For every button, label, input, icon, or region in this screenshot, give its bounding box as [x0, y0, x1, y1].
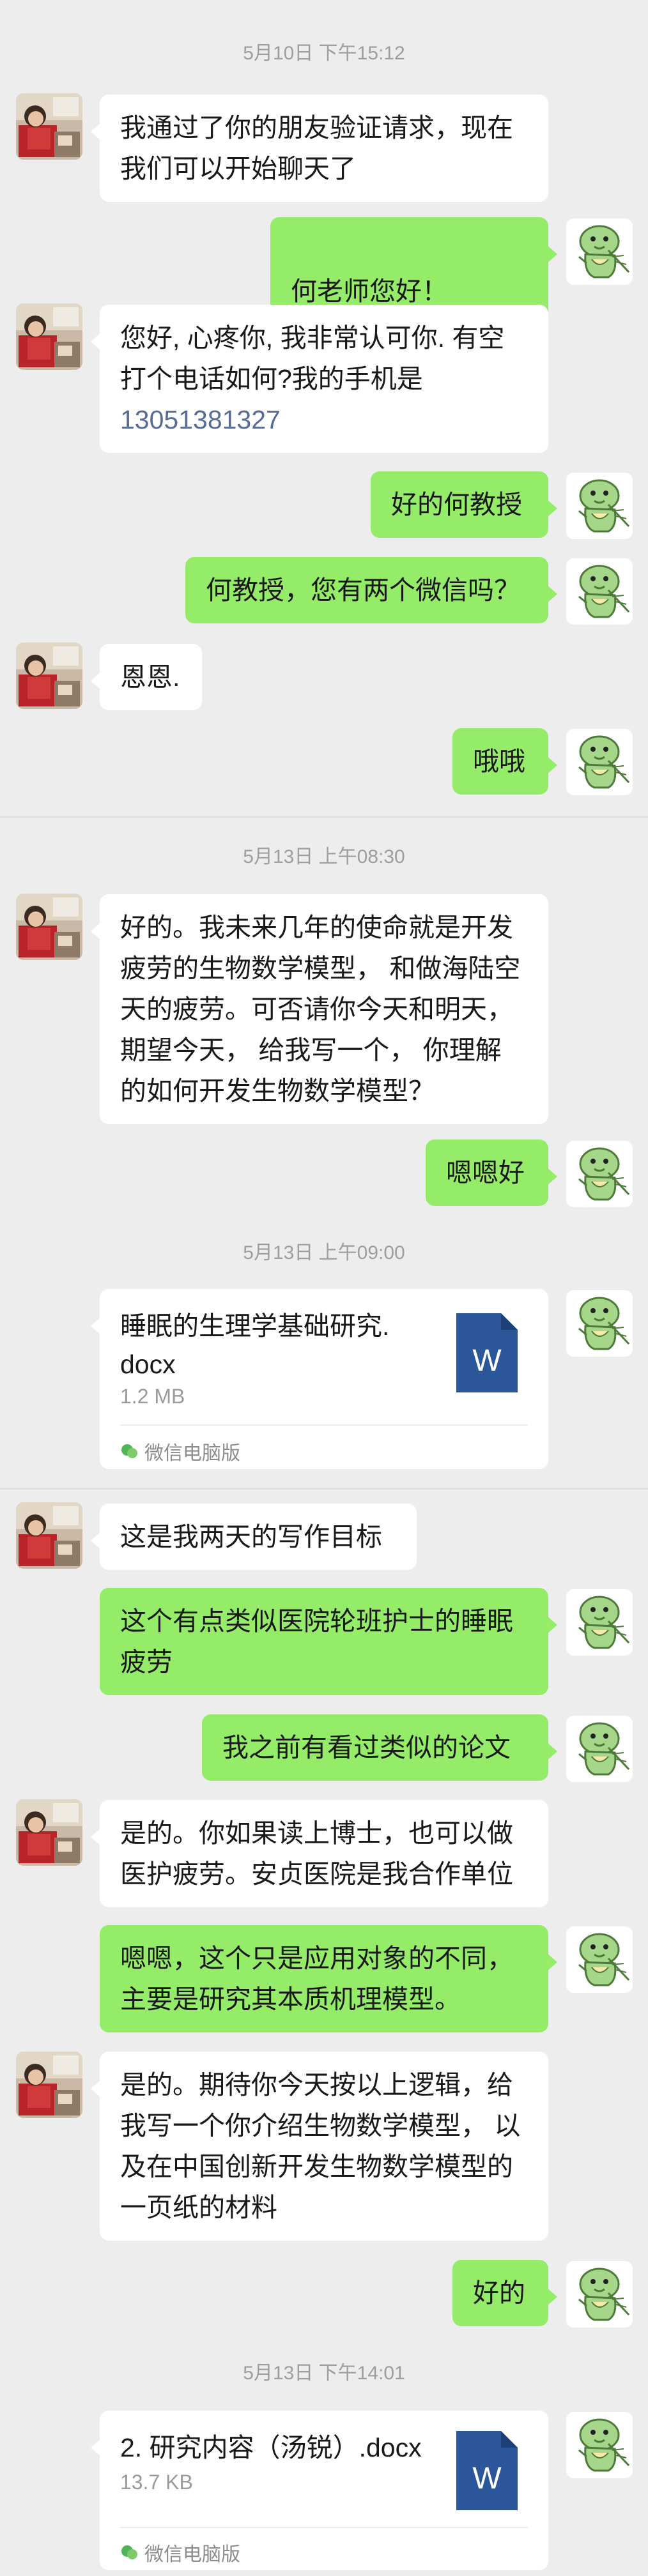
user-avatar[interactable]	[566, 1141, 633, 1207]
source-label: 微信电脑版	[144, 1443, 240, 1464]
word-icon	[456, 1313, 518, 1392]
contact-avatar[interactable]	[16, 303, 82, 370]
file-message-card[interactable]: 2. 研究内容（汤锐）.docx 13.7 KB 微信电脑版	[91, 2411, 548, 2570]
message-bubble-incoming[interactable]: 我通过了你的朋友验证请求，现在 我们可以开始聊天了	[91, 95, 548, 202]
file-name: 睡眠的生理学基础研究. docx	[120, 1311, 390, 1379]
phone-number-link[interactable]: 13051381327	[120, 405, 281, 434]
message-bubble-outgoing[interactable]: 好的	[452, 2260, 557, 2326]
file-source: 微信电脑版	[120, 1437, 240, 1465]
message-bubble-outgoing[interactable]: 哦哦	[452, 728, 557, 795]
contact-avatar[interactable]	[16, 894, 82, 960]
wechat-icon	[121, 2545, 137, 2559]
message-bubble-outgoing[interactable]: 嗯嗯，这个只是应用对象的不同， 主要是研究其本质机理模型。	[100, 1925, 557, 2032]
message-bubble-incoming[interactable]: 是的。你如果读上博士，也可以做 医护疲劳。安贞医院是我合作单位	[91, 1800, 548, 1907]
message-bubble-incoming[interactable]: 是的。期待你今天按以上逻辑，给 我写一个你介绍生物数学模型， 以 及在中国创新开…	[91, 2052, 548, 2241]
contact-avatar[interactable]	[16, 2052, 82, 2118]
contact-avatar[interactable]	[16, 93, 82, 160]
message-bubble-incoming[interactable]: 好的。我未来几年的使命就是开发 疲劳的生物数学模型， 和做海陆空 天的疲劳。可否…	[91, 894, 548, 1124]
card-divider	[120, 1424, 528, 1426]
file-message-card[interactable]: 睡眠的生理学基础研究. docx 1.2 MB 微信电脑版	[91, 1289, 548, 1469]
user-avatar[interactable]	[566, 473, 633, 539]
timestamp: 5月10日 下午15:12	[243, 43, 405, 64]
section-divider	[0, 816, 648, 818]
user-avatar[interactable]	[566, 1589, 633, 1656]
message-bubble-outgoing[interactable]: 何教授，您有两个微信吗？	[185, 557, 557, 623]
wechat-icon	[121, 1444, 137, 1458]
timestamp: 5月13日 上午09:00	[243, 1242, 405, 1263]
timestamp: 5月13日 下午14:01	[243, 2363, 405, 2384]
message-bubble-incoming[interactable]: 恩恩.	[91, 644, 202, 710]
user-avatar[interactable]	[566, 1716, 633, 1782]
timestamp: 5月13日 上午08:30	[243, 846, 405, 867]
user-avatar[interactable]	[566, 1926, 633, 1993]
file-name: 2. 研究内容（汤锐）.docx	[120, 2433, 422, 2462]
section-divider	[0, 1488, 648, 1490]
message-bubble-incoming[interactable]: 您好, 心疼你, 我非常认可你. 有空 打个电话如何?我的手机是 1305138…	[91, 305, 548, 453]
user-avatar[interactable]	[566, 558, 633, 625]
user-avatar[interactable]	[566, 2412, 633, 2478]
contact-avatar[interactable]	[16, 643, 82, 709]
user-avatar[interactable]	[566, 1290, 633, 1357]
message-bubble-outgoing[interactable]: 这个有点类似医院轮班护士的睡眠 疲劳	[100, 1588, 557, 1695]
file-source: 微信电脑版	[120, 2538, 240, 2566]
message-bubble-outgoing[interactable]: 好的何教授	[371, 471, 557, 538]
message-bubble-incoming[interactable]: 这是我两天的写作目标	[91, 1504, 417, 1570]
file-size: 13.7 KB	[120, 2471, 193, 2494]
message-text: 您好, 心疼你, 我非常认可你. 有空 打个电话如何?我的手机是	[120, 323, 505, 393]
message-bubble-outgoing[interactable]: 我之前有看过类似的论文	[202, 1714, 557, 1781]
file-size: 1.2 MB	[120, 1385, 185, 1408]
message-bubble-outgoing[interactable]: 嗯嗯好	[426, 1139, 557, 1206]
contact-avatar[interactable]	[16, 1799, 82, 1866]
card-divider	[120, 2527, 528, 2528]
word-icon	[456, 2431, 518, 2510]
user-avatar[interactable]	[566, 729, 633, 795]
contact-avatar[interactable]	[16, 1502, 82, 1569]
user-avatar[interactable]	[566, 218, 633, 285]
user-avatar[interactable]	[566, 2261, 633, 2328]
source-label: 微信电脑版	[144, 2544, 240, 2565]
message-text: 何老师您好！	[291, 277, 448, 306]
